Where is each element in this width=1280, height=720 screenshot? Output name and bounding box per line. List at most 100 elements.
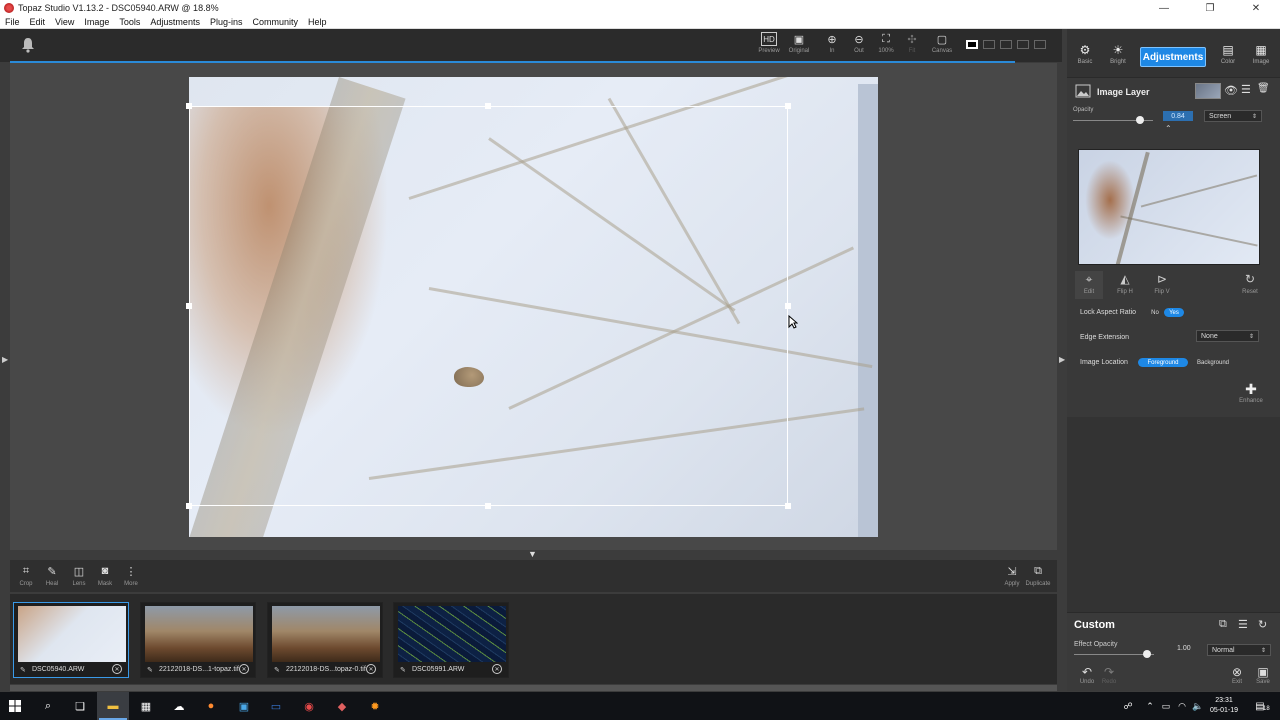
tab-basic[interactable]: ⚙ Basic	[1070, 43, 1100, 65]
handle-top[interactable]	[485, 103, 491, 109]
enhance-button[interactable]: ✚ Enhance	[1237, 381, 1265, 404]
lens-button[interactable]: ◫ Lens	[66, 564, 92, 588]
location-background[interactable]: Background	[1190, 358, 1236, 367]
reset-icon[interactable]: ↻	[1258, 618, 1267, 631]
bell-icon[interactable]	[20, 37, 36, 53]
menu-icon[interactable]: ☰	[1238, 618, 1248, 631]
heal-button[interactable]: ✎ Heal	[39, 564, 65, 588]
remove-icon[interactable]: ✕	[366, 664, 376, 674]
film-thumb[interactable]: ✎ DSC05940.ARW ✕	[13, 602, 129, 678]
taskbar-clock[interactable]: 23:31 05-01-19	[1200, 696, 1248, 716]
view-split-icon[interactable]	[983, 40, 995, 49]
filmstrip-scrollbar[interactable]	[10, 685, 1057, 691]
more-button[interactable]: ⋮ More	[118, 564, 144, 588]
handle-right[interactable]	[785, 303, 791, 309]
lock-aspect-no[interactable]: No	[1148, 308, 1162, 317]
eye-icon[interactable]: 👁	[1224, 84, 1238, 97]
cloud-app-icon[interactable]: ☁	[171, 698, 187, 714]
zoom-in-button[interactable]: ⊕ In	[818, 32, 846, 60]
preview-button[interactable]: HD Preview	[755, 32, 783, 60]
fit-button[interactable]: ✣ Fit	[898, 32, 926, 60]
handle-top-left[interactable]	[186, 103, 192, 109]
right-panel-toggle-icon[interactable]: ▶	[1059, 355, 1065, 364]
handle-bottom[interactable]	[485, 503, 491, 509]
lock-aspect-yes[interactable]: Yes	[1164, 308, 1184, 317]
tab-color[interactable]: ▤ Color	[1213, 43, 1243, 65]
menu-adjustments[interactable]: Adjustments	[145, 17, 205, 27]
handle-left[interactable]	[186, 303, 192, 309]
firefox-icon[interactable]: ●	[203, 698, 219, 714]
windows-start-icon[interactable]	[9, 700, 21, 712]
trash-icon[interactable]: 🗑	[1257, 83, 1270, 94]
opacity-slider-knob[interactable]	[1136, 116, 1145, 124]
view-side-by-side-icon[interactable]	[1017, 40, 1029, 49]
effect-opacity-value[interactable]: 1.00	[1177, 645, 1191, 652]
tray-chevron-icon[interactable]: ⌃	[1142, 698, 1158, 714]
close-button[interactable]: ✕	[1233, 0, 1279, 16]
maximize-button[interactable]: ❐	[1187, 0, 1233, 16]
menu-file[interactable]: File	[0, 17, 25, 27]
tab-image[interactable]: ▦ Image	[1246, 43, 1276, 65]
film-thumb[interactable]: ✎ DSC05991.ARW ✕	[393, 602, 509, 678]
redo-button[interactable]: ↷ Redo	[1097, 665, 1121, 685]
people-icon[interactable]: ☍	[1120, 698, 1136, 714]
layer-thumbnail[interactable]	[1195, 83, 1221, 99]
location-foreground[interactable]: Foreground	[1138, 358, 1188, 367]
view-stacked-icon[interactable]	[1034, 40, 1046, 49]
effect-opacity-slider-knob[interactable]	[1143, 650, 1151, 658]
effect-opacity-slider[interactable]	[1074, 654, 1154, 655]
remove-icon[interactable]: ✕	[492, 664, 502, 674]
handle-top-right[interactable]	[785, 103, 791, 109]
minimize-button[interactable]: —	[1141, 0, 1187, 16]
search-icon[interactable]: ⌕	[40, 698, 56, 714]
menu-icon[interactable]: ☰	[1241, 83, 1251, 96]
menu-help[interactable]: Help	[303, 17, 332, 27]
zoom-out-button[interactable]: ⊖ Out	[845, 32, 873, 60]
original-button[interactable]: ▣ Original	[785, 32, 813, 60]
exit-button[interactable]: ⊗ Exit	[1225, 665, 1249, 685]
filmstrip-collapse-icon[interactable]: ▼	[528, 549, 537, 559]
file-explorer-icon[interactable]: ▬	[105, 698, 121, 714]
handle-bottom-right[interactable]	[785, 503, 791, 509]
film-thumb[interactable]: ✎ 22122018-DS...1-topaz.tif ✕	[140, 602, 256, 678]
effect-blend-mode-select[interactable]: Normal ⇕	[1207, 644, 1271, 656]
task-view-icon[interactable]: ❏	[72, 698, 88, 714]
chrome-icon[interactable]: ◉	[301, 698, 317, 714]
mask-button[interactable]: ◙ Mask	[92, 564, 118, 587]
network-icon[interactable]: ▭	[1158, 698, 1174, 714]
crop-button[interactable]: ⌗ Crop	[13, 564, 39, 588]
edge-extension-select[interactable]: None ⇕	[1196, 330, 1259, 342]
menu-tools[interactable]: Tools	[114, 17, 145, 27]
flip-horizontal-button[interactable]: ◭ Flip H	[1111, 271, 1139, 295]
handle-bottom-left[interactable]	[186, 503, 192, 509]
view-split-vertical-icon[interactable]	[1000, 40, 1012, 49]
save-button[interactable]: ▣ Save	[1251, 665, 1275, 685]
canvas-button[interactable]: ▢ Canvas	[928, 32, 956, 60]
wifi-icon[interactable]: ◠	[1174, 698, 1190, 714]
adjustments-button[interactable]: Adjustments	[1140, 47, 1206, 67]
remove-icon[interactable]: ✕	[239, 664, 249, 674]
film-thumb[interactable]: ✎ 22122018-DS...topaz-0.tif ✕	[267, 602, 383, 678]
layers-icon[interactable]: ⧉	[1219, 618, 1227, 631]
reset-button[interactable]: ↻ Reset	[1236, 271, 1264, 295]
tab-bright[interactable]: ☀ Bright	[1103, 43, 1133, 65]
settings-app-icon[interactable]: ✹	[367, 698, 383, 714]
undo-button[interactable]: ↶ Undo	[1075, 665, 1099, 685]
photos-app-icon[interactable]: ▣	[236, 698, 252, 714]
duplicate-button[interactable]: ⧉ Duplicate	[1025, 564, 1051, 588]
left-panel-toggle-icon[interactable]: ▶	[2, 355, 8, 364]
menu-edit[interactable]: Edit	[25, 17, 51, 27]
collapse-up-icon[interactable]: ⌃	[1165, 124, 1172, 133]
topaz-taskbar-icon[interactable]: ◆	[334, 698, 350, 714]
opacity-value[interactable]: 0.84	[1163, 111, 1193, 121]
menu-community[interactable]: Community	[247, 17, 303, 27]
menu-view[interactable]: View	[50, 17, 79, 27]
layer-blend-mode-select[interactable]: Screen ⇕	[1204, 110, 1262, 122]
apply-button[interactable]: ⇲ Apply	[999, 564, 1025, 588]
flip-vertical-button[interactable]: ⊳ Flip V	[1148, 271, 1176, 295]
menu-plugins[interactable]: Plug-ins	[205, 17, 248, 27]
remove-icon[interactable]: ✕	[112, 664, 122, 674]
zoom-100-button[interactable]: ⛶ 100%	[872, 32, 900, 60]
view-single-icon[interactable]	[966, 40, 978, 49]
edit-button[interactable]: ⌖ Edit	[1075, 271, 1103, 299]
